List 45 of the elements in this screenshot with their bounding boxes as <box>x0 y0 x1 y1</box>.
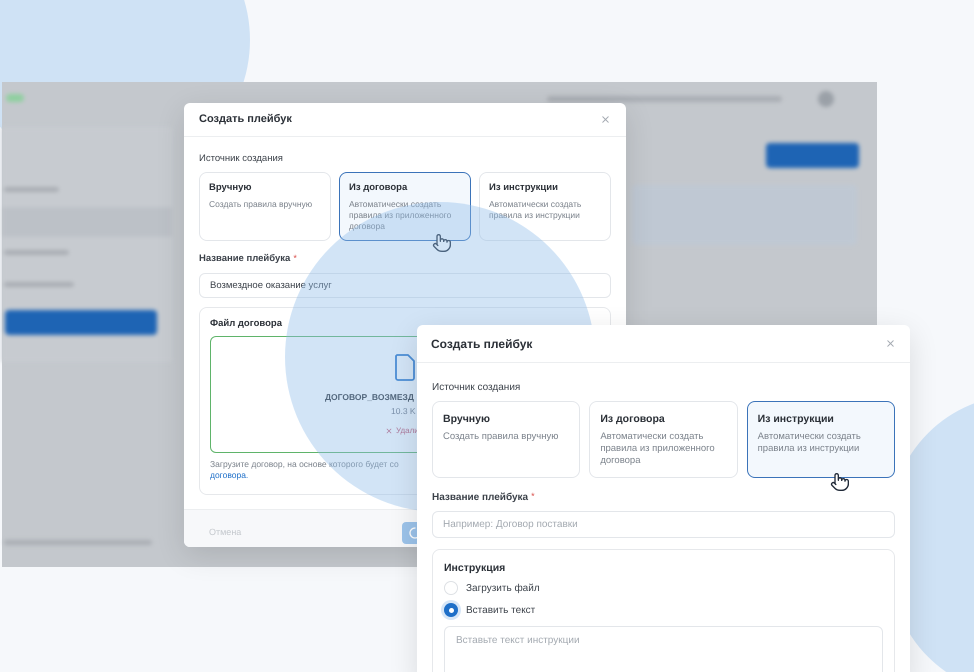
source-option-card[interactable]: Вручную Создать правила вручную <box>432 401 580 478</box>
option-description: Автоматически создать правила из инструкции <box>489 198 582 221</box>
blurred-avatar <box>818 91 834 107</box>
field-label: Название плейбука <box>199 252 290 266</box>
field-label: Название плейбука <box>432 491 528 505</box>
option-title: Из инструкции <box>489 181 559 196</box>
option-description: Автоматически создать правила из приложенного договора <box>349 198 452 232</box>
radio-label: Загрузить файл <box>466 582 540 596</box>
option-title: Из инструкции <box>758 412 835 427</box>
section-label: Инструкция <box>444 561 506 576</box>
source-option-card[interactable]: Из договора Автоматически создать правила из приложенного договора <box>589 401 738 478</box>
document-icon <box>395 354 415 381</box>
playbook-name-input[interactable]: Например: Договор поставки <box>432 511 895 538</box>
remove-icon <box>385 427 393 436</box>
radio-button[interactable] <box>444 603 458 618</box>
required-mark: * <box>293 252 297 266</box>
field-label: Источник создания <box>199 152 284 166</box>
option-title: Из договора <box>349 181 408 196</box>
dialog-title: Создать плейбук <box>431 336 532 352</box>
option-description: Создать правила вручную <box>443 430 560 444</box>
hand-pointer-icon <box>830 472 850 492</box>
radio-button[interactable] <box>444 581 458 596</box>
playbook-name-input[interactable]: Возмездное оказание услуг <box>199 272 611 298</box>
option-description: Создать правила вручную <box>209 198 314 210</box>
field-label: Источник создания <box>432 381 522 395</box>
close-icon[interactable] <box>600 114 611 125</box>
file-name: ДОГОВОР_ВОЗМЕЗД <box>325 390 414 404</box>
dialog-title: Создать плейбук <box>199 112 292 128</box>
radio-label: Вставить текст <box>466 604 536 618</box>
upload-hint: Загрузите договор, на основе которого будет со <box>210 458 399 469</box>
hint-link[interactable]: договора. <box>210 470 248 480</box>
blurred-logo <box>6 94 24 102</box>
hand-pointer-icon <box>432 233 452 254</box>
section-label: Файл договора <box>210 316 284 330</box>
instruction-textarea[interactable]: Вставьте текст инструкции <box>444 626 883 672</box>
option-title: Вручную <box>443 412 491 427</box>
required-mark: * <box>531 490 535 503</box>
option-description: Автоматически создать правила из инструкции <box>758 430 862 456</box>
option-title: Из договора <box>600 412 666 427</box>
source-option-card[interactable]: Вручную Создать правила вручную <box>199 172 331 242</box>
option-description: Автоматически создать правила из приложенного договора <box>600 430 716 468</box>
close-icon[interactable] <box>885 338 896 349</box>
option-title: Вручную <box>209 181 252 196</box>
source-option-card[interactable]: Из инструкции Автоматически создать правила из инструкции <box>479 172 611 242</box>
file-size: 10.3 K <box>391 404 416 418</box>
